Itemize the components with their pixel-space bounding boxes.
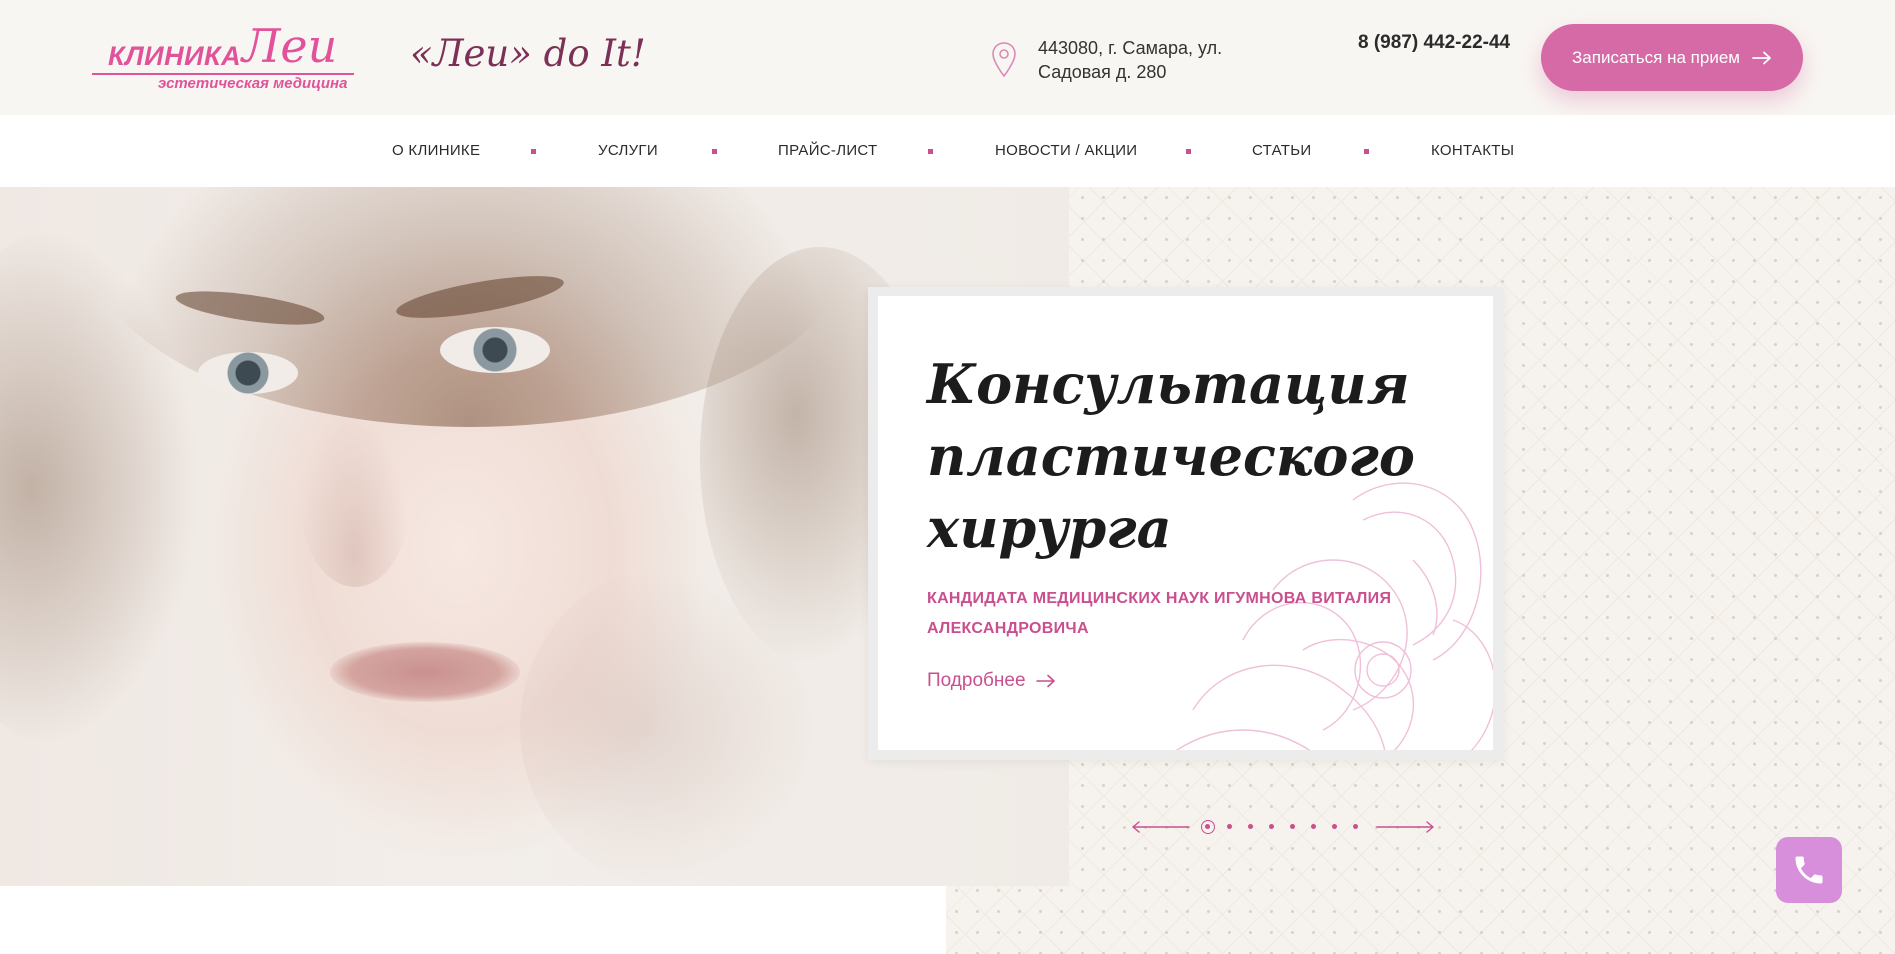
hero-subtitle-line-1: КАНДИДАТА МЕДИЦИНСКИХ НАУК ИГУМНОВА ВИТА… [927, 590, 1392, 607]
hero-title-line-1: Консультация [927, 352, 1410, 416]
left-eye [198, 352, 298, 394]
hero-title-line-2: пластического [927, 424, 1415, 488]
site-header: КЛИНИКА Леи эстетическая медицина «Леи» … [0, 0, 1895, 115]
slider-next-arrow-icon[interactable] [1375, 820, 1435, 834]
nav-item-news[interactable]: НОВОСТИ / АКЦИИ [995, 142, 1137, 159]
slider-navigation [1131, 818, 1435, 836]
more-link[interactable]: Подробнее [927, 670, 1056, 692]
main-nav: О КЛИНИКЕ УСЛУГИ ПРАЙС-ЛИСТ НОВОСТИ / АК… [0, 115, 1895, 187]
nav-item-services[interactable]: УСЛУГИ [598, 142, 658, 159]
lips [330, 642, 520, 702]
right-eye [440, 327, 550, 373]
call-button[interactable] [1776, 837, 1842, 903]
slider-dot[interactable] [1201, 820, 1215, 834]
address-line-1: 443080, г. Самара, ул. [1038, 38, 1223, 58]
hero-subtitle: КАНДИДАТА МЕДИЦИНСКИХ НАУК ИГУМНОВА ВИТА… [927, 584, 1447, 644]
address-line-2: Садовая д. 280 [1038, 62, 1167, 82]
arrow-right-icon [1035, 674, 1055, 688]
book-appointment-label: Записаться на прием [1572, 47, 1740, 67]
slider-prev-arrow-icon[interactable] [1131, 820, 1191, 834]
slider-dot[interactable] [1289, 824, 1295, 829]
map-pin-icon [992, 42, 1016, 78]
nav-separator [712, 149, 717, 154]
phone-icon [1795, 856, 1823, 884]
book-appointment-button[interactable]: Записаться на прием [1541, 24, 1803, 91]
arrow-right-icon [1752, 51, 1771, 64]
nav-separator [1186, 149, 1191, 154]
nav-separator [1364, 149, 1369, 154]
hero-card: Консультация пластического хирурга КАНДИ… [878, 296, 1493, 750]
logo-subtitle: эстетическая медицина [158, 75, 348, 92]
slogan: «Леи» do It! [410, 32, 646, 75]
hero-title-line-3: хирурга [927, 496, 1172, 560]
nose-shading [300, 417, 410, 587]
clinic-logo[interactable]: КЛИНИКА Леи эстетическая медицина [92, 22, 356, 94]
hero-title: Консультация пластического хирурга [927, 348, 1467, 564]
slider-dot[interactable] [1331, 824, 1337, 829]
nav-item-pricelist[interactable]: ПРАЙС-ЛИСТ [778, 142, 878, 159]
more-link-label: Подробнее [927, 670, 1026, 691]
hero-subtitle-line-2: АЛЕКСАНДРОВИЧА [927, 620, 1089, 637]
nav-separator [928, 149, 933, 154]
nav-item-contacts[interactable]: КОНТАКТЫ [1431, 142, 1514, 159]
slider-dot[interactable] [1268, 824, 1274, 829]
phone-number[interactable]: 8 (987) 442-22-44 [1358, 32, 1510, 54]
logo-script: Леи [242, 19, 338, 73]
nav-item-articles[interactable]: СТАТЬИ [1252, 142, 1311, 159]
nav-item-about[interactable]: О КЛИНИКЕ [392, 142, 480, 159]
clinic-address: 443080, г. Самара, ул. Садовая д. 280 [1038, 36, 1222, 84]
nav-separator [531, 149, 536, 154]
slider-dot[interactable] [1352, 824, 1358, 829]
slider-dot[interactable] [1310, 824, 1316, 829]
jaw-shading [520, 567, 820, 886]
logo-name: КЛИНИКА [108, 41, 242, 71]
slider-dot[interactable] [1226, 824, 1232, 829]
slider-dot[interactable] [1247, 824, 1253, 829]
